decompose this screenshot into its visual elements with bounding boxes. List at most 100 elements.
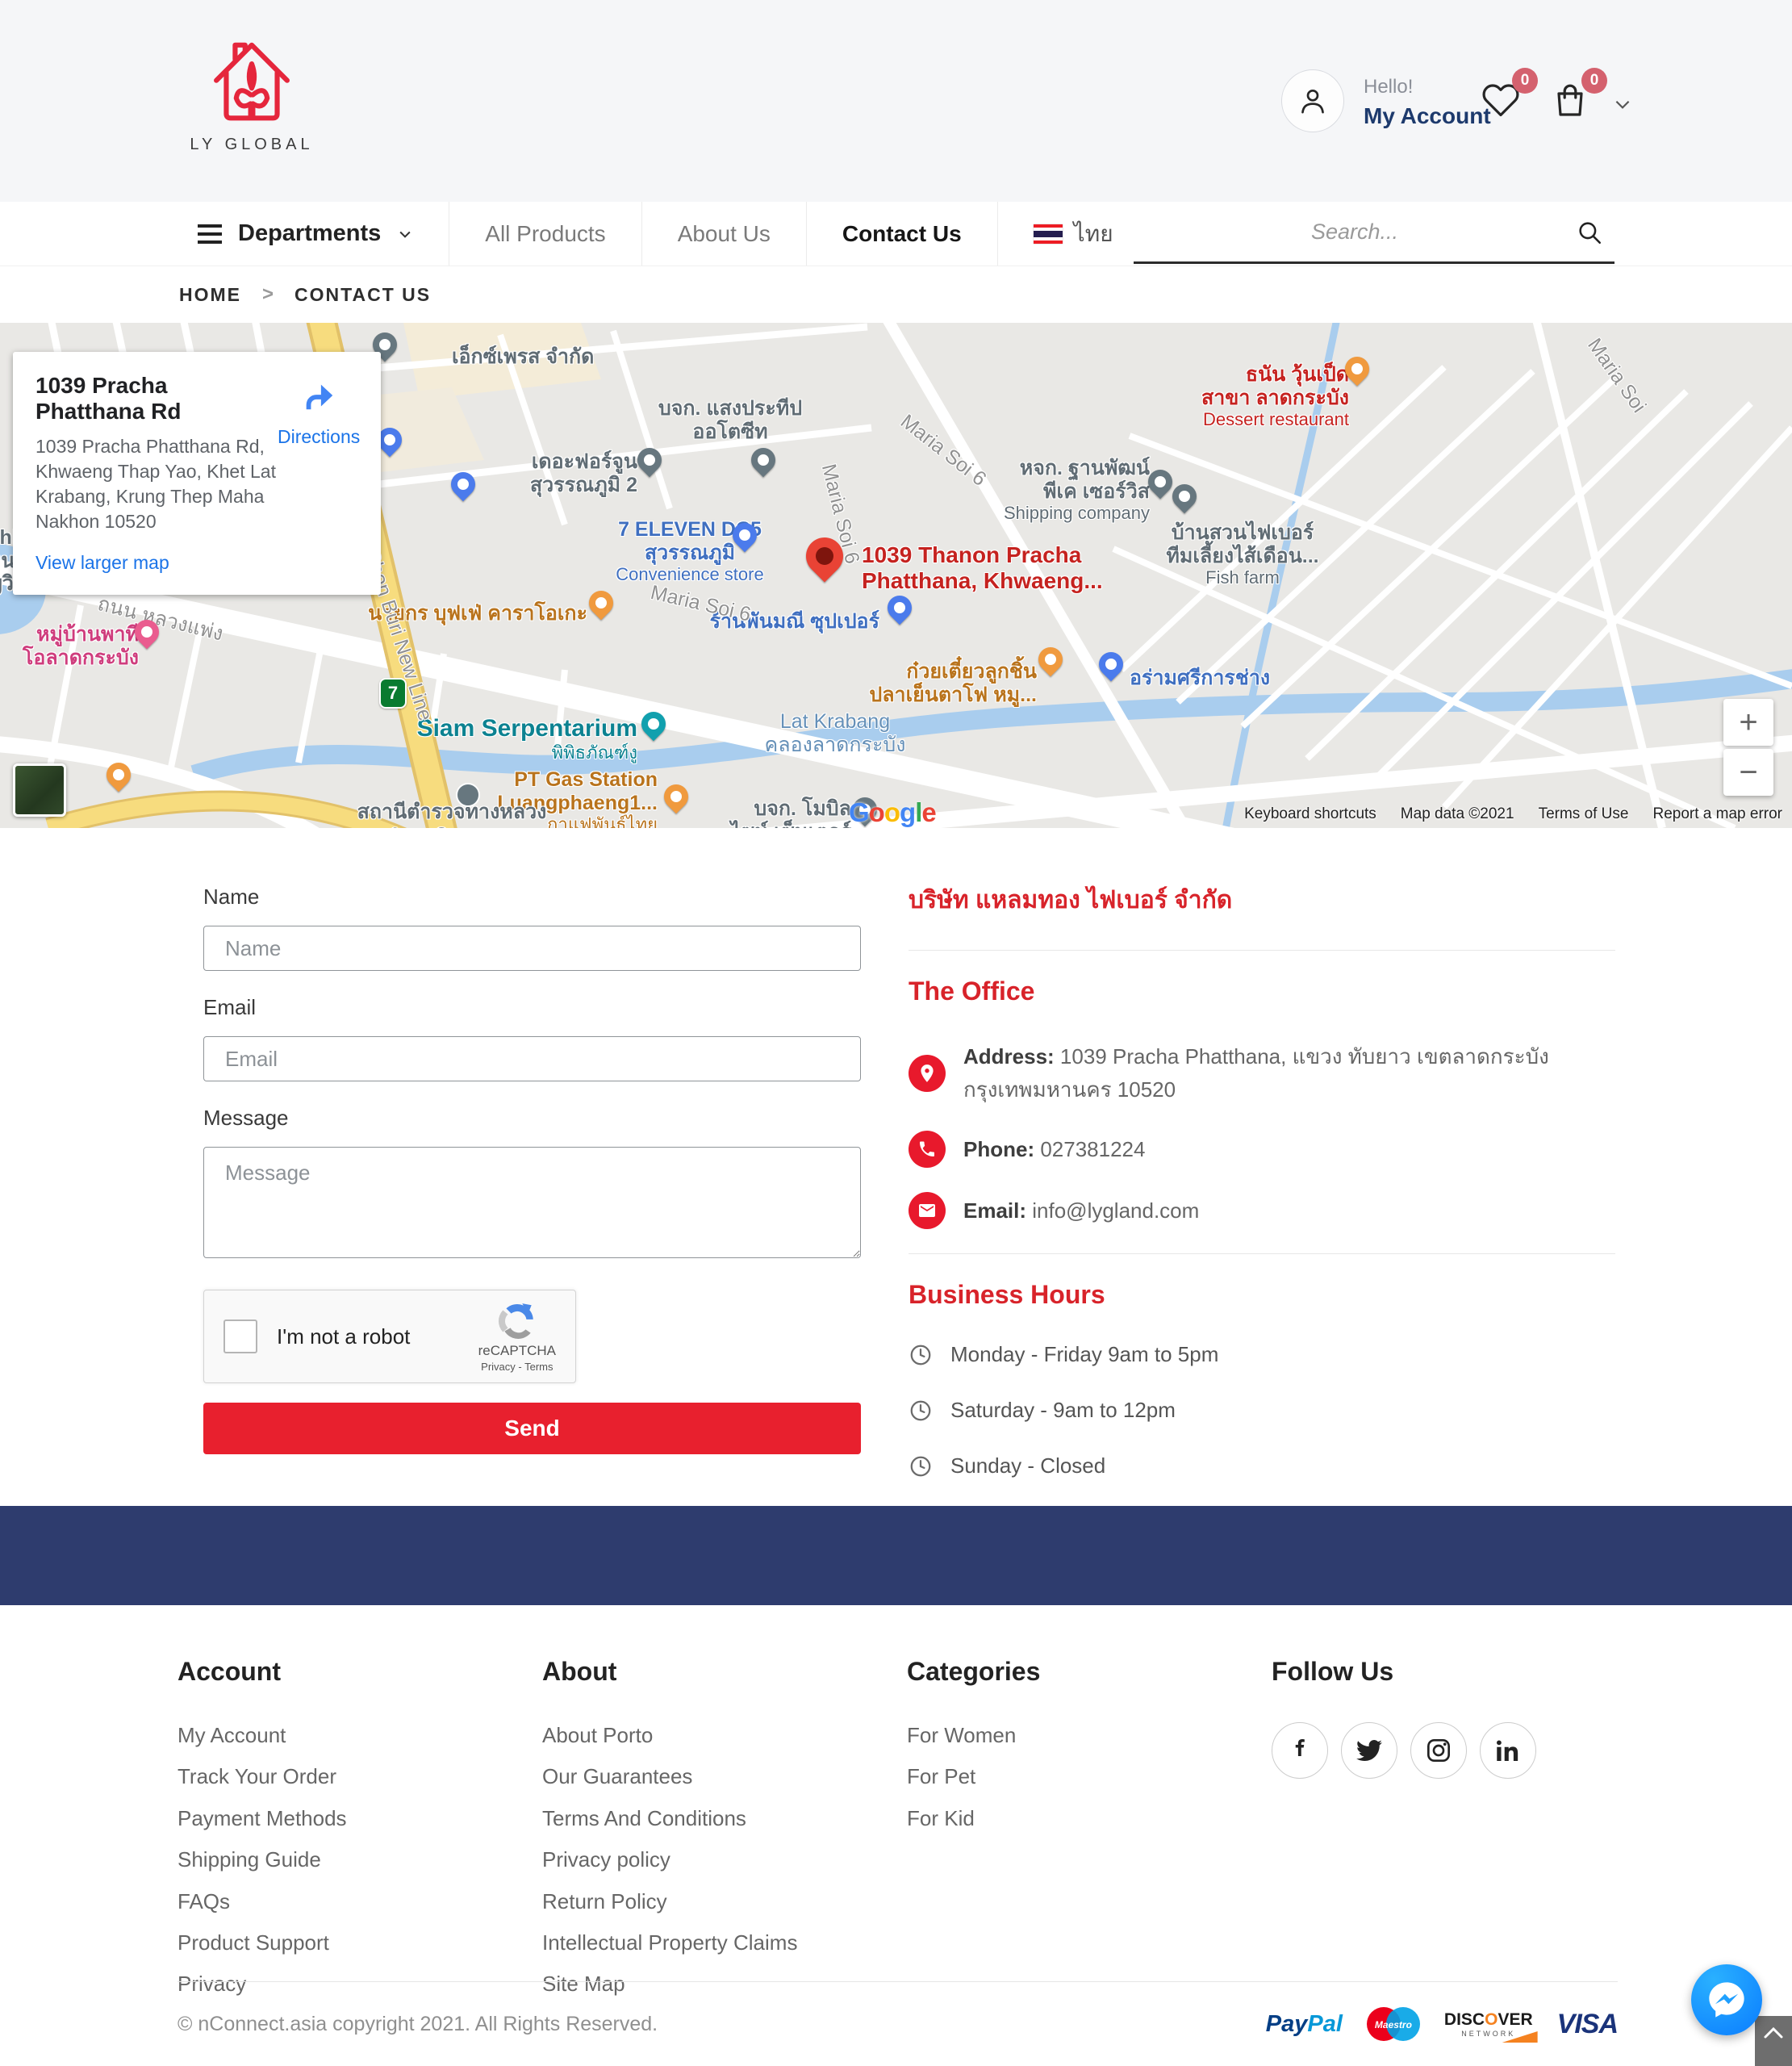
- logo[interactable]: LY GLOBAL: [187, 31, 316, 154]
- account-avatar[interactable]: [1281, 69, 1344, 132]
- map-attribution: Keyboard shortcuts Map data ©2021 Terms of…: [1244, 805, 1782, 823]
- footer-link-for-women[interactable]: For Women: [907, 1721, 1272, 1750]
- map-attrib-report-a-map-error[interactable]: Report a map error: [1652, 805, 1782, 823]
- office-row-location: Address: 1039 Pracha Phatthana, แขวง ทับ…: [909, 1040, 1615, 1106]
- office-title: The Office: [909, 977, 1615, 1006]
- messenger-chat-button[interactable]: [1691, 1964, 1762, 2035]
- recaptcha-checkbox[interactable]: [223, 1319, 257, 1353]
- search-icon[interactable]: [1576, 219, 1603, 246]
- cart-button[interactable]: 0: [1551, 81, 1593, 123]
- map-label-สถานีตำรวจทางหลวง: สถานีตำรวจทางหลวง1 กก.8 บก.ทล.: [357, 801, 547, 828]
- map-label-อร่ามศรีการช่าง: อร่ามศรีการช่าง: [1130, 667, 1270, 690]
- breadcrumb-home[interactable]: HOME: [179, 284, 241, 306]
- footer-link-my-account[interactable]: My Account: [178, 1721, 542, 1750]
- map-attrib-keyboard-shortcuts[interactable]: Keyboard shortcuts: [1244, 805, 1376, 823]
- nav-item-about-us[interactable]: About Us: [642, 202, 807, 266]
- map-card-address: 1039 Pracha Phatthana Rd, Khwaeng Thap Y…: [36, 434, 278, 534]
- nav-item-all-products[interactable]: All Products: [449, 202, 641, 266]
- visa-icon: VISA: [1557, 2009, 1618, 2040]
- satellite-view-toggle[interactable]: [13, 763, 66, 817]
- google-map[interactable]: เอ็กซ์เพรส จำกัดบจก. แสงประทีปออโตซีทเดอ…: [0, 323, 1792, 828]
- footer-link-payment-methods[interactable]: Payment Methods: [178, 1804, 542, 1833]
- hours-text: Sunday - Closed: [950, 1453, 1105, 1478]
- footer-link-track-your-order[interactable]: Track Your Order: [178, 1762, 542, 1791]
- clock-icon: [909, 1343, 933, 1367]
- my-account-link[interactable]: My Account: [1364, 103, 1491, 129]
- breadcrumb: HOME > CONTACT US: [0, 266, 1792, 323]
- hours-row: Sunday - Closed: [909, 1453, 1615, 1478]
- departments-chevron-down-icon: [397, 226, 413, 242]
- search-input[interactable]: [1134, 220, 1576, 245]
- map-label-บจก-แสงประทีป: บจก. แสงประทีปออโตซีท: [658, 397, 802, 443]
- office-info: บริษัท แหลมทอง ไฟเบอร์ จำกัด The Office …: [909, 881, 1615, 1509]
- clock-icon: [909, 1399, 933, 1423]
- highway-shield-icon: 7: [379, 678, 407, 709]
- copyright: © nConnect.asia copyright 2021. All Righ…: [178, 2013, 658, 2036]
- footer-columns: AccountMy AccountTrack Your OrderPayment…: [178, 1657, 1272, 2011]
- social-links: [1272, 1722, 1536, 1779]
- footer-link-terms-and-conditions[interactable]: Terms And Conditions: [542, 1804, 907, 1833]
- cart-count-badge: 0: [1581, 68, 1607, 94]
- cart-chevron-down-icon[interactable]: [1612, 94, 1633, 115]
- map-attrib-map-data-2021: Map data ©2021: [1401, 805, 1514, 823]
- view-larger-map-link[interactable]: View larger map: [36, 552, 169, 574]
- map-card-title: 1039 Pracha Phatthana Rd: [36, 373, 278, 424]
- footer-link-shipping-guide[interactable]: Shipping Guide: [178, 1845, 542, 1874]
- message-field[interactable]: [203, 1147, 861, 1258]
- maestro-icon: Maestro: [1367, 2007, 1420, 2041]
- directions-icon[interactable]: [278, 378, 360, 415]
- footer-link-for-kid[interactable]: For Kid: [907, 1804, 1272, 1833]
- footer-link-faqs[interactable]: FAQs: [178, 1887, 542, 1916]
- nav-item-contact-us[interactable]: Contact Us: [807, 202, 998, 266]
- departments-menu[interactable]: Departments: [198, 202, 449, 266]
- footer-link-intellectual-property-claims[interactable]: Intellectual Property Claims: [542, 1928, 907, 1957]
- footer-link-product-support[interactable]: Product Support: [178, 1928, 542, 1957]
- paypal-icon: PayPal: [1266, 2011, 1343, 2038]
- map-zoom-out-button[interactable]: −: [1723, 749, 1773, 796]
- footer-link-privacy-policy[interactable]: Privacy policy: [542, 1845, 907, 1874]
- business-hours-title: Business Hours: [909, 1280, 1615, 1310]
- footer-heading-about: About: [542, 1657, 907, 1687]
- footer-link-about-porto[interactable]: About Porto: [542, 1721, 907, 1750]
- email-field[interactable]: [203, 1036, 861, 1081]
- office-phone-value: Phone: 027381224: [963, 1137, 1145, 1162]
- footer-link-for-pet[interactable]: For Pet: [907, 1762, 1272, 1791]
- linkedin-icon[interactable]: [1480, 1722, 1536, 1779]
- map-label-เดอะฟอร์จูน: เดอะฟอร์จูนสุวรรณภูมิ 2: [530, 450, 637, 496]
- wishlist-button[interactable]: 0: [1481, 81, 1523, 123]
- footer: AccountMy AccountTrack Your OrderPayment…: [0, 1605, 1792, 2066]
- twitter-icon[interactable]: [1341, 1722, 1397, 1779]
- footer-link-return-policy[interactable]: Return Policy: [542, 1887, 907, 1916]
- departments-label: Departments: [238, 220, 381, 247]
- greeting: Hello!: [1364, 76, 1491, 98]
- language-switcher[interactable]: ไทย: [998, 202, 1149, 266]
- recaptcha-label: I'm not a robot: [277, 1324, 478, 1349]
- name-label: Name: [203, 885, 861, 910]
- instagram-icon[interactable]: [1410, 1722, 1467, 1779]
- slate-map-pin[interactable]: [456, 783, 480, 807]
- send-button[interactable]: Send: [203, 1403, 861, 1454]
- nav-links: All ProductsAbout UsContact Us: [449, 202, 997, 266]
- map-label-1039-thanon-pracha: 1039 Thanon PrachaPhatthana, Khwaeng...: [862, 542, 1103, 594]
- search-box: [1134, 203, 1614, 264]
- name-field[interactable]: [203, 926, 861, 971]
- business-hours: Monday - Friday 9am to 5pmSaturday - 9am…: [909, 1342, 1615, 1478]
- google-logo[interactable]: Google: [849, 797, 936, 828]
- map-attrib-terms-of-use[interactable]: Terms of Use: [1539, 805, 1629, 823]
- scroll-to-top-button[interactable]: [1755, 2016, 1792, 2066]
- hours-text: Saturday - 9am to 12pm: [950, 1398, 1176, 1423]
- footer-link-our-guarantees[interactable]: Our Guarantees: [542, 1762, 907, 1791]
- footer-banner-band: [0, 1506, 1792, 1605]
- thai-flag-icon: [1034, 224, 1063, 244]
- map-label-หจก-ฐานพัฒน์: หจก. ฐานพัฒน์พีเค เซอร์วิสShipping compa…: [1004, 457, 1150, 523]
- map-label-เอ็กซ์เพรส-จำกัด: เอ็กซ์เพรส จำกัด: [452, 345, 594, 369]
- recaptcha-widget: I'm not a robot reCAPTCHA Privacy - Term…: [203, 1290, 576, 1383]
- breadcrumb-current: CONTACT US: [294, 284, 431, 306]
- map-zoom-in-button[interactable]: +: [1723, 699, 1773, 746]
- recaptcha-terms-links[interactable]: Privacy - Terms: [478, 1361, 556, 1373]
- recaptcha-brand: reCAPTCHA: [478, 1343, 556, 1359]
- hamburger-icon: [198, 224, 222, 244]
- office-mail-value[interactable]: Email: info@lygland.com: [963, 1198, 1199, 1223]
- directions-link[interactable]: Directions: [278, 426, 360, 448]
- facebook-icon[interactable]: [1272, 1722, 1328, 1779]
